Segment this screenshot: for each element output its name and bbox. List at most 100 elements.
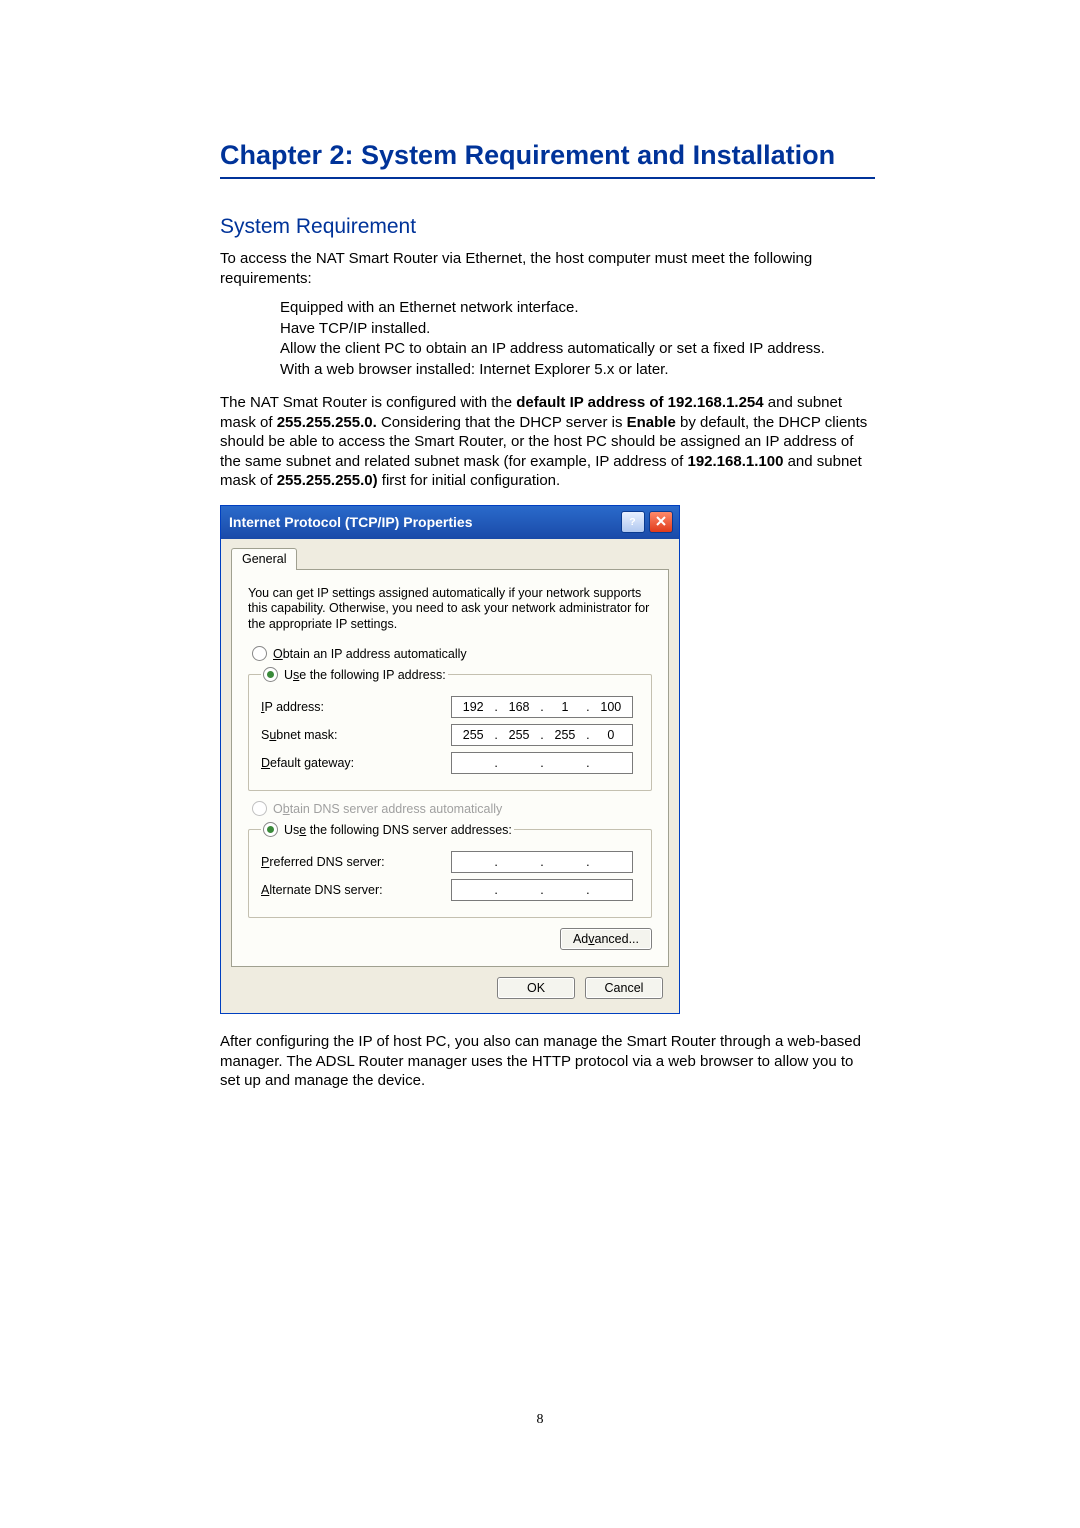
- intro-paragraph: To access the NAT Smart Router via Ether…: [220, 249, 870, 288]
- advanced-button[interactable]: Advanced...: [560, 928, 652, 950]
- default-gateway-label: Default gateway:: [261, 756, 451, 770]
- dot-icon: .: [586, 756, 589, 770]
- octet[interactable]: 0: [590, 728, 632, 742]
- list-item: Equipped with an Ethernet network interf…: [280, 298, 870, 318]
- text: bnet mask:: [276, 728, 337, 742]
- radio-use-ip[interactable]: Use the following IP address:: [263, 667, 446, 682]
- tab-panel: You can get IP settings assigned automat…: [231, 569, 669, 968]
- tcpip-properties-dialog: Internet Protocol (TCP/IP) Properties ? …: [220, 505, 680, 1015]
- octet[interactable]: 255: [544, 728, 586, 742]
- text: e the following IP address:: [299, 668, 445, 682]
- text: O: [273, 802, 283, 816]
- text: P address:: [264, 700, 324, 714]
- bold-text: 192.168.1.100: [687, 453, 783, 470]
- radio-icon: [263, 822, 278, 837]
- dot-icon: .: [494, 883, 497, 897]
- dot-icon: .: [494, 855, 497, 869]
- subnet-mask-input[interactable]: 255. 255. 255. 0: [451, 724, 633, 746]
- radio-icon: [263, 667, 278, 682]
- preferred-dns-row: Preferred DNS server: . . .: [261, 851, 639, 873]
- dot-icon: .: [540, 855, 543, 869]
- chapter-title: Chapter 2: System Requirement and Instal…: [220, 140, 875, 179]
- octet[interactable]: 255: [452, 728, 494, 742]
- svg-text:?: ?: [629, 515, 635, 526]
- text: lternate DNS server:: [269, 883, 382, 897]
- radio-icon: [252, 646, 267, 661]
- alternate-dns-row: Alternate DNS server: . . .: [261, 879, 639, 901]
- text: anced...: [595, 932, 639, 946]
- preferred-dns-input[interactable]: . . .: [451, 851, 633, 873]
- dialog-body: General You can get IP settings assigned…: [221, 539, 679, 1014]
- dns-group: Use the following DNS server addresses: …: [248, 822, 652, 918]
- alternate-dns-label: Alternate DNS server:: [261, 883, 451, 897]
- preferred-dns-label: Preferred DNS server:: [261, 855, 451, 869]
- bold-text: 255.255.255.0): [277, 472, 378, 489]
- mnemonic: b: [283, 802, 290, 816]
- subnet-mask-label: Subnet mask:: [261, 728, 451, 742]
- mnemonic: O: [273, 647, 283, 661]
- octet[interactable]: 192: [452, 700, 494, 714]
- radio-label: Obtain an IP address automatically: [273, 647, 467, 661]
- dot-icon: .: [540, 756, 543, 770]
- tab-strip: General You can get IP settings assigned…: [231, 547, 669, 968]
- dot-icon: .: [586, 855, 589, 869]
- dialog-footer: OK Cancel: [231, 967, 669, 1003]
- list-item: With a web browser installed: Internet E…: [280, 360, 870, 380]
- octet[interactable]: 168: [498, 700, 540, 714]
- text: the following DNS server addresses:: [306, 823, 512, 837]
- text: efault gateway:: [270, 756, 354, 770]
- octet[interactable]: 255: [498, 728, 540, 742]
- alternate-dns-input[interactable]: . . .: [451, 879, 633, 901]
- mnemonic: D: [261, 756, 270, 770]
- text: referred DNS server:: [269, 855, 384, 869]
- dialog-titlebar[interactable]: Internet Protocol (TCP/IP) Properties ?: [221, 506, 679, 539]
- ip-address-input[interactable]: 192. 168. 1. 100: [451, 696, 633, 718]
- radio-icon: [252, 801, 267, 816]
- text: btain an IP address automatically: [283, 647, 467, 661]
- page-number: 8: [0, 1412, 1080, 1428]
- octet[interactable]: 1: [544, 700, 586, 714]
- help-button[interactable]: ?: [621, 511, 645, 533]
- radio-label: Obtain DNS server address automatically: [273, 802, 502, 816]
- bold-text: default IP address of 192.168.1.254: [516, 394, 763, 411]
- close-button[interactable]: [649, 511, 673, 533]
- close-icon: [655, 514, 667, 530]
- dot-icon: .: [540, 883, 543, 897]
- bold-text: Enable: [627, 414, 676, 431]
- radio-obtain-dns: Obtain DNS server address automatically: [252, 801, 648, 816]
- ip-group: Use the following IP address: IP address…: [248, 667, 652, 791]
- default-gateway-row: Default gateway: . . .: [261, 752, 639, 774]
- dot-icon: .: [586, 883, 589, 897]
- radio-obtain-ip[interactable]: Obtain an IP address automatically: [252, 646, 648, 661]
- bold-text: 255.255.255.0.: [277, 414, 377, 431]
- radio-use-dns[interactable]: Use the following DNS server addresses:: [263, 822, 512, 837]
- after-dialog-paragraph: After configuring the IP of host PC, you…: [220, 1032, 870, 1091]
- text: Ad: [573, 932, 588, 946]
- text: Considering that the DHCP server is: [377, 414, 627, 431]
- ip-address-row: IP address: 192. 168. 1. 100: [261, 696, 639, 718]
- radio-label: Use the following IP address:: [284, 668, 446, 682]
- dialog-title: Internet Protocol (TCP/IP) Properties: [229, 514, 472, 530]
- text: first for initial configuration.: [378, 472, 561, 489]
- ip-address-label: IP address:: [261, 700, 451, 714]
- cancel-button[interactable]: Cancel: [585, 977, 663, 999]
- section-title: System Requirement: [220, 215, 894, 239]
- text: The NAT Smat Router is configured with t…: [220, 394, 516, 411]
- config-paragraph: The NAT Smat Router is configured with t…: [220, 393, 870, 491]
- ok-button[interactable]: OK: [497, 977, 575, 999]
- text: Us: [284, 823, 299, 837]
- help-icon: ?: [627, 514, 639, 530]
- text: U: [284, 668, 293, 682]
- tab-general[interactable]: General: [231, 548, 297, 570]
- octet[interactable]: 100: [590, 700, 632, 714]
- list-item: Have TCP/IP installed.: [280, 319, 870, 339]
- requirements-list: Equipped with an Ethernet network interf…: [280, 298, 870, 379]
- dot-icon: .: [494, 756, 497, 770]
- advanced-row: Advanced...: [248, 928, 652, 950]
- text: tain DNS server address automatically: [290, 802, 503, 816]
- dialog-intro: You can get IP settings assigned automat…: [248, 586, 652, 633]
- titlebar-buttons: ?: [621, 511, 673, 533]
- radio-label: Use the following DNS server addresses:: [284, 823, 512, 837]
- list-item: Allow the client PC to obtain an IP addr…: [280, 339, 870, 359]
- default-gateway-input[interactable]: . . .: [451, 752, 633, 774]
